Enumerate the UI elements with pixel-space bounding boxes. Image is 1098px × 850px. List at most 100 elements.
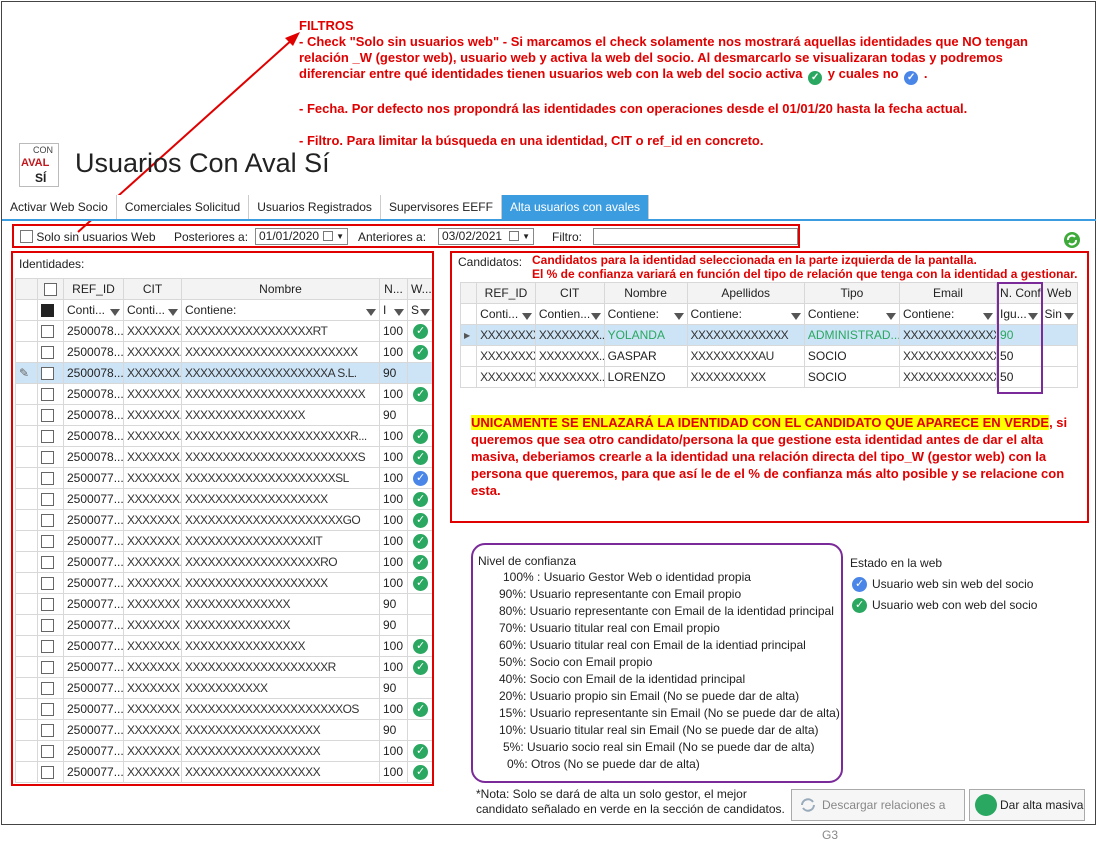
- calendar-icon[interactable]: [323, 231, 333, 241]
- table-row[interactable]: 2500078...XXXXXXX...XXXXXXXXXXXXXXXXXXXX…: [15, 446, 432, 468]
- col-header-tipo[interactable]: Tipo: [803, 282, 900, 304]
- table-row[interactable]: 2500077...XXXXXXX...XXXXXXXXXXXXXXXXXXXX…: [15, 467, 432, 489]
- filter-funnel-icon[interactable]: [110, 309, 120, 316]
- filter-funnel-icon[interactable]: [366, 309, 376, 316]
- row-checkbox[interactable]: [41, 745, 54, 759]
- row-checkbox[interactable]: [41, 598, 54, 612]
- row-checkbox-cell[interactable]: [37, 572, 64, 594]
- col-header-nombre[interactable]: Nombre: [181, 278, 380, 300]
- row-checkbox-cell[interactable]: [37, 677, 64, 699]
- table-row[interactable]: 2500078...XXXXXXX...XXXXXXXXXXXXXXXXXXXX…: [15, 383, 432, 405]
- filter-nombre[interactable]: Contiene:: [181, 299, 380, 321]
- row-checkbox[interactable]: [41, 640, 54, 654]
- row-checkbox-cell[interactable]: [37, 467, 64, 489]
- filter-funnel-icon[interactable]: [394, 309, 404, 316]
- row-checkbox[interactable]: [41, 577, 54, 591]
- col-header-ref-id[interactable]: REF_ID: [476, 282, 536, 304]
- filter-funnel-icon[interactable]: [420, 309, 430, 316]
- row-checkbox[interactable]: [41, 703, 54, 717]
- row-checkbox[interactable]: [41, 682, 54, 696]
- filter-web[interactable]: Sin: [1040, 303, 1079, 325]
- col-header-n[interactable]: N...: [379, 278, 408, 300]
- table-row[interactable]: ▶XXXXXXXX...XXXXXXXX...YOLANDAXXXXXXXXXX…: [459, 324, 1079, 346]
- row-checkbox[interactable]: [41, 619, 54, 633]
- row-checkbox[interactable]: [41, 472, 54, 486]
- descargar-relaciones-button[interactable]: Descargar relaciones a G3: [791, 789, 965, 842]
- row-checkbox[interactable]: [41, 388, 54, 402]
- row-checkbox-cell[interactable]: [37, 551, 64, 573]
- table-row[interactable]: 2500077...XXXXXXX...XXXXXXXXXXXXXXXXXXX1…: [15, 572, 432, 594]
- row-checkbox[interactable]: [41, 724, 54, 738]
- filter-apellidos[interactable]: Contiene:: [686, 303, 805, 325]
- table-row[interactable]: 2500078...XXXXXXX...XXXXXXXXXXXXXXXXXRT1…: [15, 320, 432, 342]
- filter-ref-id[interactable]: Conti...: [63, 299, 124, 321]
- row-checkbox-cell[interactable]: [37, 404, 64, 426]
- filter-funnel-icon[interactable]: [790, 313, 801, 320]
- filter-funnel-icon[interactable]: [673, 313, 684, 320]
- table-row[interactable]: 2500077... XXXXXXX XXXXXXXXXXXXXX 90: [15, 614, 432, 636]
- filter-nombre[interactable]: Contiene:: [603, 303, 688, 325]
- anteriores-date-picker[interactable]: 03/02/2021 ▼: [438, 228, 534, 245]
- table-row[interactable]: 2500078...XXXXXXX...XXXXXXXXXXXXXXXX90: [15, 404, 432, 426]
- table-row[interactable]: ✎ 2500078...XXXXXXX...XXXXXXXXXXXXXXXXXXX…: [15, 362, 432, 384]
- row-checkbox-cell[interactable]: [37, 635, 64, 657]
- solo-sin-usuarios-web-checkbox[interactable]: Solo sin usuarios Web: [20, 230, 156, 244]
- filter-funnel-icon[interactable]: [885, 313, 896, 320]
- col-header-ref-id[interactable]: REF_ID: [63, 278, 124, 300]
- filter-cit[interactable]: Conti...: [123, 299, 182, 321]
- row-checkbox-cell[interactable]: [37, 488, 64, 510]
- row-checkbox-cell[interactable]: [37, 341, 64, 363]
- row-checkbox[interactable]: [41, 451, 54, 465]
- row-checkbox-cell[interactable]: [37, 740, 64, 762]
- col-header-cit[interactable]: CIT: [123, 278, 182, 300]
- row-checkbox-cell[interactable]: [37, 446, 64, 468]
- filter-funnel-icon[interactable]: [1064, 313, 1074, 320]
- table-row[interactable]: 2500077...XXXXXXX...XXXXXXXXXXXXXXXXXX10…: [15, 740, 432, 762]
- row-checkbox-cell[interactable]: [37, 530, 64, 552]
- refresh-icon[interactable]: [1062, 228, 1082, 250]
- row-checkbox[interactable]: [41, 346, 54, 360]
- filter-ref-id[interactable]: Conti...: [476, 303, 536, 325]
- table-row[interactable]: 2500077...XXXXXXX...XXXXXXXXXXXXXXXXXXXR…: [15, 656, 432, 678]
- row-checkbox-cell[interactable]: [37, 509, 64, 531]
- table-row[interactable]: 2500078...XXXXXXX...XXXXXXXXXXXXXXXXXXXX…: [15, 425, 432, 447]
- table-row[interactable]: XXXXXXXX...XXXXXXXX...GASPARXXXXXXXXXAUS…: [459, 345, 1079, 367]
- filter-cit[interactable]: Contien...: [534, 303, 605, 325]
- col-header-nombre[interactable]: Nombre: [603, 282, 688, 304]
- row-checkbox-cell[interactable]: [37, 425, 64, 447]
- col-header-apellidos[interactable]: Apellidos: [686, 282, 805, 304]
- identidades-scrollbar[interactable]: [433, 280, 434, 785]
- col-header-w[interactable]: W...: [407, 278, 432, 300]
- filter-funnel-icon[interactable]: [521, 313, 532, 320]
- posteriores-date-picker[interactable]: 01/01/2020 ▼: [255, 228, 348, 245]
- row-checkbox[interactable]: [41, 766, 54, 780]
- filter-funnel-icon[interactable]: [168, 309, 178, 316]
- row-checkbox[interactable]: [41, 325, 54, 339]
- checkbox-box[interactable]: [20, 230, 33, 243]
- select-all-header[interactable]: [37, 278, 64, 300]
- row-checkbox-cell[interactable]: [37, 761, 64, 783]
- tab-activar-web-socio[interactable]: Activar Web Socio: [2, 195, 117, 219]
- dropdown-arrow-icon[interactable]: ▼: [336, 229, 344, 244]
- tab-supervisores-eeff[interactable]: Supervisores EEFF: [380, 195, 502, 219]
- table-row[interactable]: 2500077... XXXXXXX XXXXXXXXXXXXXX 90: [15, 593, 432, 615]
- filtro-input[interactable]: [593, 228, 798, 245]
- table-row[interactable]: 2500077...XXXXXXX...XXXXXXXXXXXXXXXXXXXX…: [15, 509, 432, 531]
- row-checkbox-cell[interactable]: [37, 719, 64, 741]
- table-row[interactable]: 2500078...XXXXXXX...XXXXXXXXXXXXXXXXXXXX…: [15, 341, 432, 363]
- row-checkbox-cell[interactable]: [37, 593, 64, 615]
- filter-w[interactable]: S: [407, 299, 432, 321]
- calendar-icon[interactable]: [509, 231, 519, 241]
- row-checkbox[interactable]: [41, 514, 54, 528]
- select-all-checkbox[interactable]: [44, 283, 57, 297]
- row-checkbox[interactable]: [41, 556, 54, 570]
- table-row[interactable]: 2500077...XXXXXXX...XXXXXXXXXXXXXXXXXXRO…: [15, 551, 432, 573]
- dropdown-arrow-icon[interactable]: ▼: [522, 229, 530, 244]
- row-checkbox-cell[interactable]: [37, 614, 64, 636]
- filter-funnel-icon[interactable]: [983, 313, 994, 320]
- filter-tipo[interactable]: Contiene:: [803, 303, 900, 325]
- partial-check-icon[interactable]: [41, 304, 54, 318]
- col-header-email[interactable]: Email: [898, 282, 998, 304]
- filter-select-cell[interactable]: [37, 299, 64, 321]
- table-row[interactable]: XXXXXXXX...XXXXXXXX...LORENZOXXXXXXXXXXS…: [459, 366, 1079, 388]
